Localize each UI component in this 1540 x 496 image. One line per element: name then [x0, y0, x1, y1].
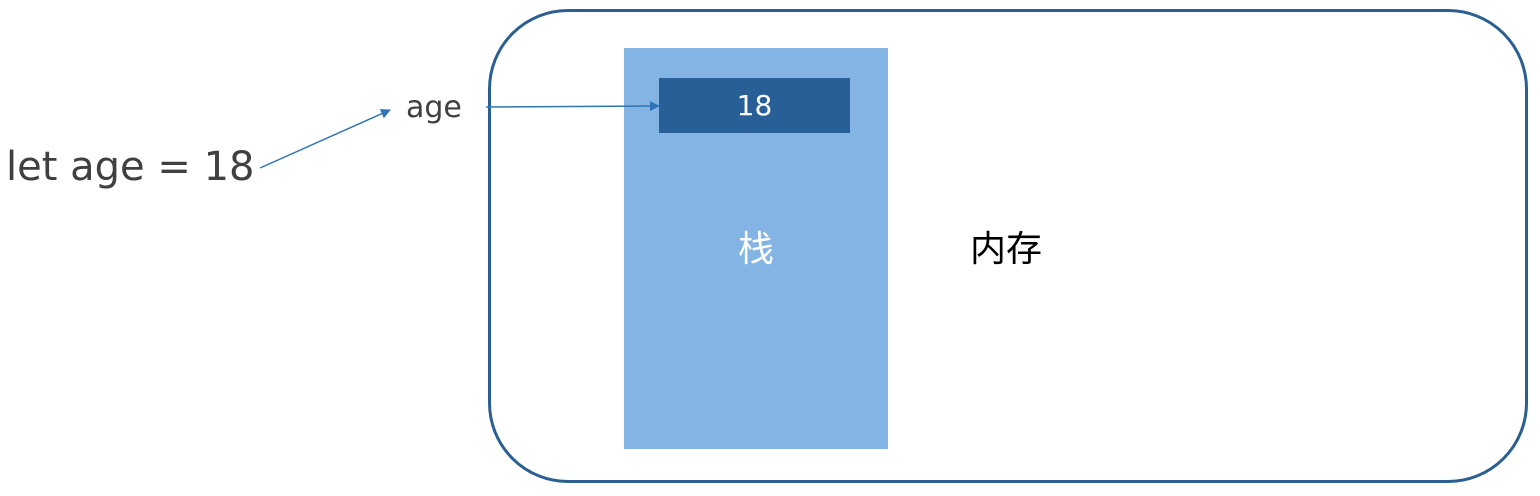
code-statement: let age = 18	[6, 144, 255, 190]
statement-to-variable-arrow	[259, 109, 391, 169]
memory-label: 内存	[970, 229, 1043, 270]
variable-name-label: age	[406, 90, 462, 125]
stack-label: 栈	[737, 229, 774, 270]
stack-value-cell: 18	[659, 78, 850, 133]
